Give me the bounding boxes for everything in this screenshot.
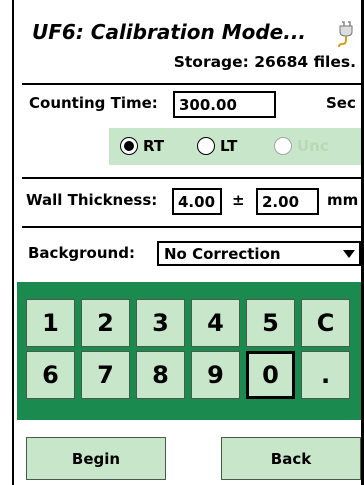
key-2[interactable]: 2 [81, 299, 130, 347]
radio-rt-label: RT [143, 137, 165, 155]
background-select[interactable]: No Correction [157, 241, 361, 266]
key-8[interactable]: 8 [136, 351, 185, 399]
begin-button[interactable]: Begin [26, 437, 166, 480]
divider [22, 226, 361, 228]
key-0[interactable]: 0 [246, 351, 295, 399]
radio-indicator [197, 137, 215, 155]
radio-indicator [274, 137, 292, 155]
wall-thickness-label: Wall Thickness: [26, 191, 158, 209]
key-3[interactable]: 3 [136, 299, 185, 347]
radio-lt[interactable]: LT [197, 137, 237, 155]
plus-minus-symbol: ± [232, 191, 245, 209]
numeric-keypad: 1 2 3 4 5 C 6 7 8 9 0 . [17, 282, 361, 420]
radio-rt[interactable]: RT [120, 137, 164, 155]
counting-time-label: Counting Time: [29, 94, 158, 112]
window-frame-left [12, 0, 14, 485]
radio-unc-label: Unc [297, 137, 329, 155]
power-plug-icon [338, 21, 353, 48]
counting-time-input[interactable]: 300.00 [173, 91, 276, 118]
wall-tolerance-input[interactable]: 2.00 [256, 188, 319, 215]
background-select-value: No Correction [164, 245, 281, 263]
key-4[interactable]: 4 [191, 299, 240, 347]
page-title: UF6: Calibration Mode... [32, 20, 307, 44]
counting-time-unit: Sec [326, 94, 356, 112]
radio-lt-label: LT [220, 137, 238, 155]
chevron-down-icon[interactable] [343, 250, 355, 258]
key-5[interactable]: 5 [246, 299, 295, 347]
key-7[interactable]: 7 [81, 351, 130, 399]
radio-indicator [120, 137, 138, 155]
key-1[interactable]: 1 [26, 299, 75, 347]
key-clear[interactable]: C [301, 299, 350, 347]
divider [22, 83, 361, 85]
back-button[interactable]: Back [221, 437, 361, 480]
key-9[interactable]: 9 [191, 351, 240, 399]
counting-mode-group: RT LT Unc [109, 128, 361, 165]
key-decimal[interactable]: . [301, 351, 350, 399]
background-label: Background: [28, 244, 135, 262]
wall-thickness-input[interactable]: 4.00 [172, 188, 222, 215]
key-6[interactable]: 6 [26, 351, 75, 399]
divider [22, 177, 361, 179]
radio-unc: Unc [274, 137, 329, 155]
storage-status: Storage: 26684 files. [173, 53, 356, 71]
wall-thickness-unit: mm [327, 191, 359, 209]
